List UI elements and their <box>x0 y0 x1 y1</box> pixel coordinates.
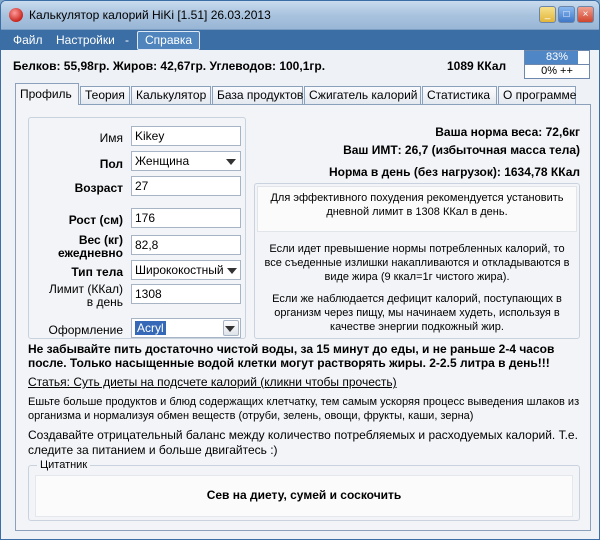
close-button[interactable]: × <box>577 6 594 23</box>
menu-settings[interactable]: Настройки <box>56 33 115 47</box>
tab-profile[interactable]: Профиль <box>15 83 79 105</box>
app-window: Калькулятор калорий HiKi [1.51] 26.03.20… <box>0 0 600 540</box>
advice-box: Для эффективного похудения рекомендуется… <box>254 183 580 339</box>
article-link[interactable]: Статья: Суть диеты на подсчете калорий (… <box>28 375 397 389</box>
chevron-down-glyph <box>227 268 237 274</box>
tab-food-database[interactable]: База продуктов <box>212 86 303 104</box>
profile-form: Имя Kikey Пол Женщина Возраст 27 Рост (с… <box>28 117 246 339</box>
quote-box: Цитатник Сев на диету, сумей и соскочить <box>28 459 580 521</box>
advice-highlight: Для эффективного похудения рекомендуется… <box>257 186 577 232</box>
chevron-down-icon <box>225 262 239 278</box>
theme-select[interactable]: Acryl <box>131 318 241 338</box>
menu-help[interactable]: Справка <box>137 31 201 50</box>
advice-surplus-text: Если идет превышение нормы потребленных … <box>264 243 570 283</box>
sex-select[interactable]: Женщина <box>131 151 241 171</box>
body-type-value: Ширококостный <box>135 263 224 277</box>
title-bar[interactable]: Калькулятор калорий HiKi [1.51] 26.03.20… <box>1 1 599 30</box>
age-label: Возраст <box>74 181 123 195</box>
tab-about[interactable]: О программе <box>498 86 576 104</box>
weight-label-daily: ежедневно <box>57 246 123 260</box>
maximize-button[interactable]: □ <box>558 6 575 23</box>
kcal-total: 1089 ККал <box>447 59 507 73</box>
quote-text: Сев на диету, сумей и соскочить <box>35 475 573 517</box>
bmi-value: Ваш ИМТ: 26,7 (избыточная масса тела) <box>343 143 580 157</box>
body-type-label: Тип тела <box>71 265 123 279</box>
water-tip: Не забывайте пить достаточно чистой воды… <box>28 342 555 370</box>
height-field[interactable]: 176 <box>131 208 241 228</box>
app-icon <box>9 8 23 22</box>
body-type-select[interactable]: Ширококостный <box>131 260 241 280</box>
weight-field[interactable]: 82,8 <box>131 235 241 255</box>
tab-statistics[interactable]: Статистика <box>422 86 497 104</box>
tab-theory[interactable]: Теория <box>80 86 130 104</box>
limit-label-per-day: в день <box>86 295 123 309</box>
daily-progress-bar: 83% <box>524 50 590 65</box>
theme-value: Acryl <box>135 321 166 335</box>
quote-legend: Цитатник <box>37 459 91 471</box>
chevron-down-icon <box>225 326 235 332</box>
menu-file[interactable]: Файл <box>13 33 43 47</box>
window-title: Калькулятор калорий HiKi [1.51] 26.03.20… <box>29 8 271 22</box>
height-label: Рост (см) <box>68 213 123 227</box>
sex-label: Пол <box>99 157 123 171</box>
sex-value: Женщина <box>135 154 190 168</box>
nutrients-summary: Белков: 55,98гр. Жиров: 42,67гр. Углевод… <box>13 59 326 73</box>
profile-panel: Имя Kikey Пол Женщина Возраст 27 Рост (с… <box>15 104 591 531</box>
theme-label: Оформление <box>48 323 123 337</box>
daily-limit-field[interactable]: 1308 <box>131 284 241 304</box>
weight-label: Вес (кг) <box>78 233 123 247</box>
name-label: Имя <box>99 131 123 145</box>
advice-limit-text: Для эффективного похудения рекомендуется… <box>270 192 564 218</box>
norm-weight: Ваша норма веса: 72,6кг <box>435 125 580 139</box>
menu-bar: Файл Настройки - Справка <box>1 30 599 50</box>
daily-norm: Норма в день (без нагрузок): 1634,78 ККа… <box>329 165 580 179</box>
chevron-down-icon <box>226 159 236 165</box>
fiber-tip: Ешьте больше продуктов и блюд содержащих… <box>28 396 580 422</box>
tab-calorie-burner[interactable]: Сжигатель калорий <box>304 86 421 104</box>
name-field[interactable]: Kikey <box>131 126 241 146</box>
daily-progress-label: 83% <box>545 51 569 63</box>
age-field[interactable]: 27 <box>131 176 241 196</box>
balance-tip: Создавайте отрицательный баланс между ко… <box>28 428 578 457</box>
dropdown-button[interactable] <box>223 320 239 336</box>
advice-deficit-text: Если же наблюдается дефицит калорий, пос… <box>272 293 562 333</box>
delta-indicator: 0% ++ <box>524 64 590 79</box>
minimize-button[interactable]: _ <box>539 6 556 23</box>
tab-calculator[interactable]: Калькулятор <box>131 86 211 104</box>
menu-separator: - <box>125 33 129 47</box>
limit-label: Лимит (ККал) <box>48 282 123 296</box>
